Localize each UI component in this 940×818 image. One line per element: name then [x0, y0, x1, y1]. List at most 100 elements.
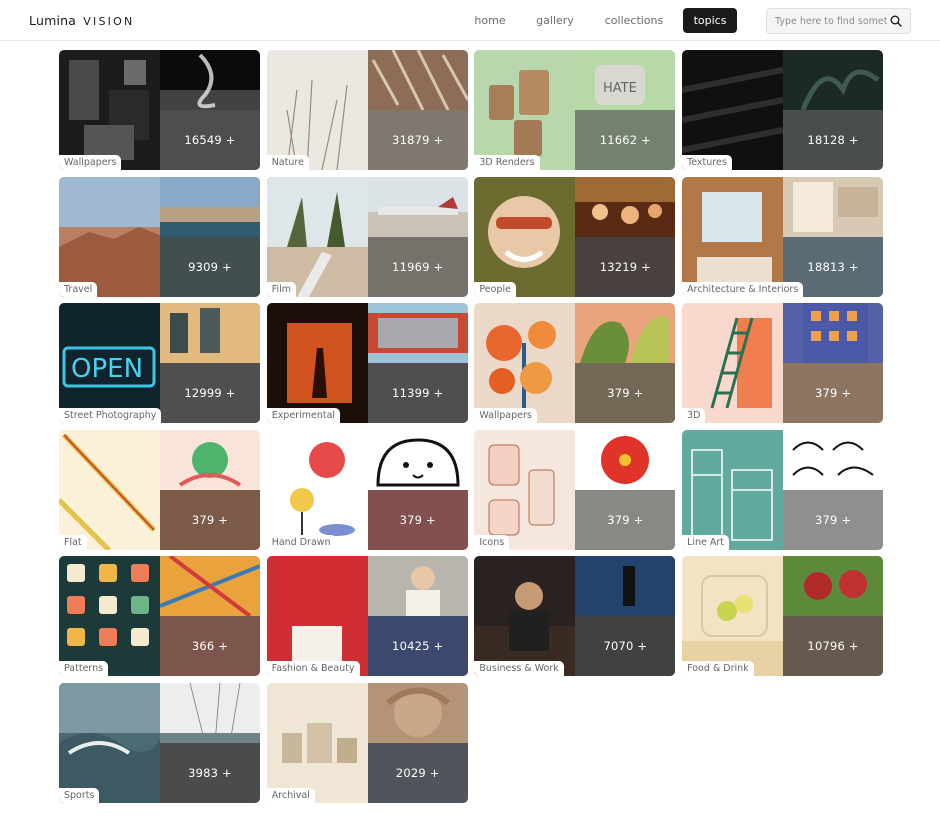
topic-image-main	[59, 682, 160, 803]
topic-count: 379 +	[191, 512, 229, 527]
topic-card[interactable]: HATE 11662 + 3D Renders	[474, 50, 676, 170]
topic-card[interactable]: 379 + Icons	[474, 429, 676, 550]
topic-card[interactable]: 13219 + People	[474, 176, 676, 297]
topic-label: Archival	[266, 787, 315, 803]
topic-card[interactable]: 16549 + Wallpapers	[59, 50, 260, 170]
topic-label: Travel	[59, 281, 98, 297]
topic-count: 3983 +	[188, 765, 232, 780]
topic-image-main	[59, 429, 160, 550]
nav-topics[interactable]: topics	[683, 8, 737, 33]
topic-count: 12999 +	[184, 386, 236, 401]
topic-label: 3D Renders	[474, 155, 540, 170]
topic-image-secondary	[367, 303, 468, 364]
topic-label: Architecture & Interiors	[682, 281, 804, 297]
topic-card[interactable]: 379 + Flat	[59, 429, 260, 550]
topic-label: Sports	[59, 787, 100, 803]
topic-label: Experimental	[266, 408, 341, 424]
topic-count: 9309 +	[188, 259, 232, 274]
topic-card[interactable]: 9309 + Travel	[59, 176, 260, 297]
topic-image-secondary	[575, 429, 676, 490]
topic-count: 10796 +	[807, 639, 859, 654]
topic-image-main	[682, 50, 784, 170]
topic-card[interactable]: 11399 + Experimental	[266, 303, 468, 424]
topic-image-secondary	[575, 556, 676, 617]
nav-home[interactable]: home	[466, 8, 514, 33]
topic-count: 379 +	[607, 512, 644, 527]
topic-count: 11969 +	[392, 259, 444, 274]
topic-label: Business & Work	[474, 661, 564, 677]
topic-image-main	[266, 176, 368, 297]
topic-image-secondary	[575, 303, 676, 364]
topic-label: Flat	[59, 534, 87, 550]
topic-count: 379 +	[814, 512, 852, 527]
top-nav-bar: Lumina VISION home gallery collections t…	[0, 0, 940, 41]
topic-label: Hand Drawn	[266, 534, 336, 550]
topic-image-main	[59, 176, 160, 297]
topic-card[interactable]: 18128 + Textures	[682, 50, 884, 170]
topic-count: 11399 +	[392, 386, 444, 401]
topic-image-secondary	[783, 556, 884, 617]
topic-image-main	[474, 50, 576, 170]
topic-label: Wallpapers	[59, 155, 122, 170]
topic-image-main	[682, 176, 784, 297]
topic-card[interactable]: 7070 + Business & Work	[474, 556, 676, 677]
topic-card[interactable]: 2029 + Archival	[266, 682, 468, 803]
topic-count: 379 +	[607, 386, 644, 401]
topic-card[interactable]: 31879 + Nature	[266, 50, 468, 170]
topic-card[interactable]: 379 + Wallpapers	[474, 303, 676, 424]
topic-card[interactable]: 379 + Hand Drawn	[266, 429, 468, 550]
topic-card[interactable]: OPEN 12999 + Street Photography	[59, 303, 260, 424]
search-icon[interactable]	[890, 15, 902, 27]
topics-grid: 16549 + Wallpapers 31879 + Nature HATE 11662 …	[59, 50, 884, 803]
topic-count: 31879 +	[392, 133, 444, 147]
topic-label: Patterns	[59, 661, 109, 677]
topic-label: Wallpapers	[474, 408, 537, 424]
topic-label: Food & Drink	[682, 661, 754, 677]
topic-count: 13219 +	[599, 259, 652, 274]
svg-text:HATE: HATE	[603, 81, 637, 96]
topic-card[interactable]: 379 + Line Art	[682, 429, 884, 550]
topic-card[interactable]: 379 + 3D	[682, 303, 884, 424]
topic-count: 16549 +	[184, 133, 236, 147]
topic-card[interactable]: 10796 + Food & Drink	[682, 556, 884, 677]
topic-label: Fashion & Beauty	[266, 661, 360, 677]
topic-card[interactable]: 11969 + Film	[266, 176, 468, 297]
brand-logo[interactable]: Lumina VISION	[29, 13, 134, 28]
topic-image-main	[682, 429, 784, 550]
topic-image-main	[266, 303, 368, 424]
topic-image-main: OPEN	[59, 303, 160, 424]
topic-count: 11662 +	[599, 133, 652, 147]
topic-card[interactable]: 10425 + Fashion & Beauty	[266, 556, 468, 677]
topic-card[interactable]: 366 + Patterns	[59, 556, 260, 677]
topic-image-secondary	[160, 682, 260, 743]
topic-image-secondary	[575, 176, 676, 237]
topic-image-main	[474, 556, 576, 677]
topic-image-main	[474, 303, 576, 424]
nav-gallery[interactable]: gallery	[531, 8, 579, 33]
topic-image-main	[266, 556, 368, 677]
topic-image-main	[266, 682, 368, 803]
topic-label: Icons	[474, 534, 510, 550]
topic-image-secondary	[160, 556, 260, 617]
topic-card[interactable]: 3983 + Sports	[59, 682, 260, 803]
topic-card[interactable]: 18813 + Architecture & Interiors	[682, 176, 884, 297]
topic-image-main	[59, 50, 160, 170]
svg-text:OPEN: OPEN	[71, 354, 143, 384]
topic-image-secondary	[783, 176, 884, 237]
topic-count: 379 +	[814, 386, 852, 401]
nav-collections[interactable]: collections	[600, 8, 668, 33]
search-input[interactable]	[775, 9, 887, 33]
topic-image-main	[59, 556, 160, 677]
topic-count: 2029 +	[395, 765, 440, 780]
brand-name-primary: Lumina	[29, 13, 77, 28]
topic-image-secondary	[160, 50, 260, 110]
topic-count: 10425 +	[392, 639, 444, 654]
topic-image-secondary	[367, 429, 468, 490]
topic-count: 18128 +	[807, 133, 859, 147]
topic-image-secondary	[783, 429, 884, 490]
search-box[interactable]	[766, 8, 911, 34]
topic-image-secondary	[160, 429, 260, 490]
topic-image-secondary	[367, 682, 468, 743]
topic-image-secondary	[783, 50, 884, 110]
topic-image-main	[266, 50, 368, 170]
